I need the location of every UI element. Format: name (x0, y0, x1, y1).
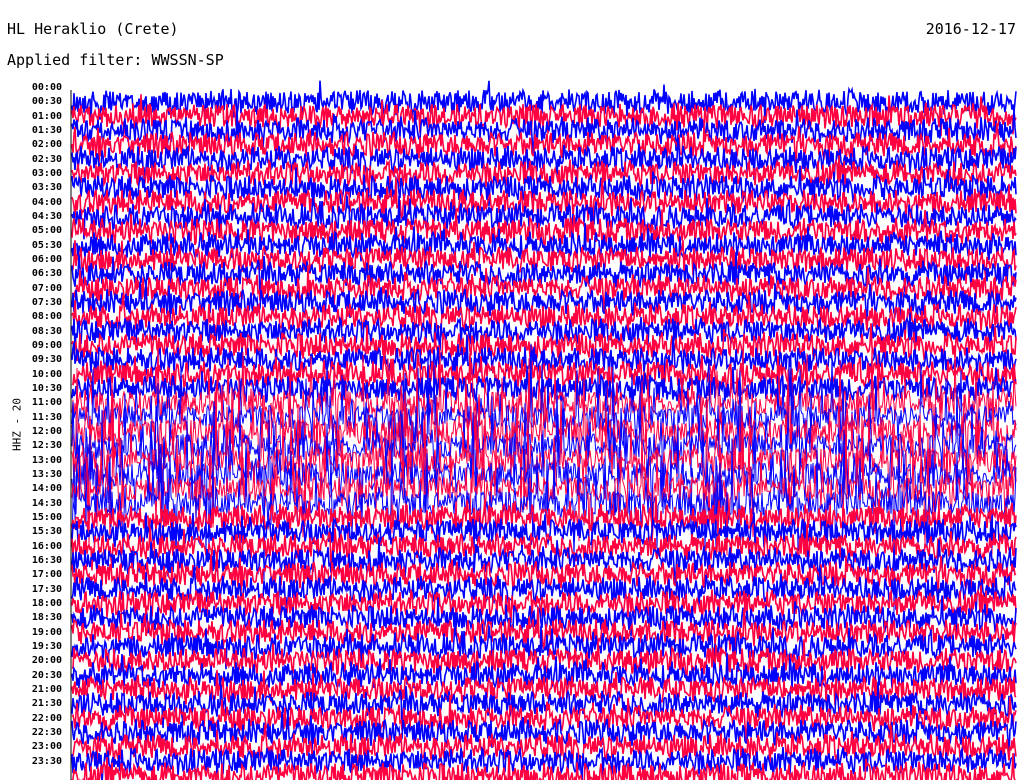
traces (71, 80, 1017, 780)
helicorder-plot (70, 80, 1017, 780)
